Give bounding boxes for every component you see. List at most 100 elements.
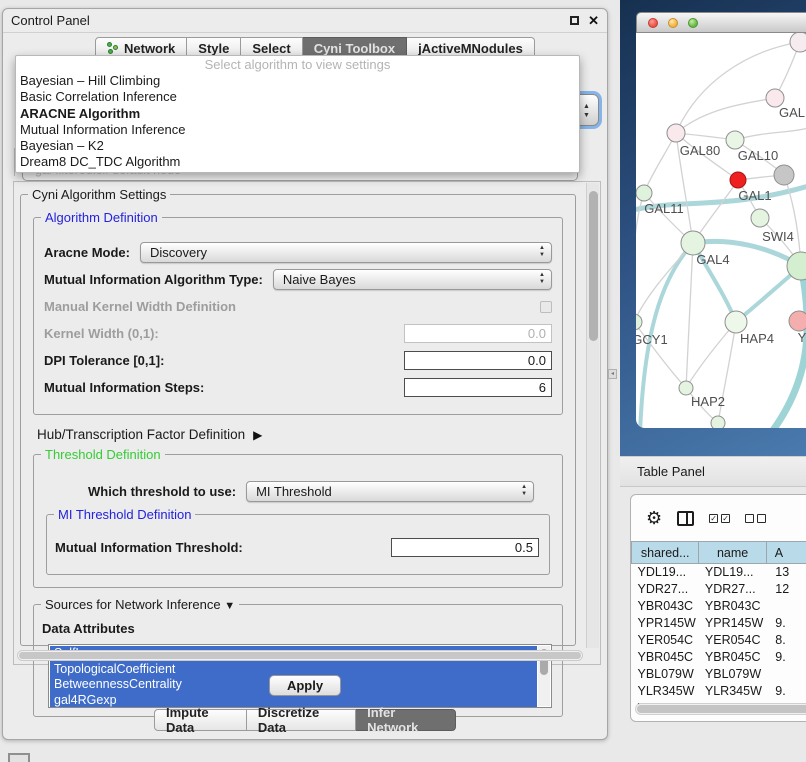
control-panel-title: Control Panel (11, 13, 570, 28)
zoom-traffic-light-icon[interactable] (688, 18, 698, 28)
table-column-header[interactable]: A (766, 542, 806, 564)
table-cell: YBR043C (699, 598, 766, 615)
aracne-mode-value: Discovery (150, 245, 207, 260)
table-cell: 8. (766, 632, 806, 649)
network-node-label: GAL4 (696, 252, 729, 267)
network-canvas[interactable]: GALGAL80GAL10GAL1GAL11SWI4GAL4GCY1HAP4YH… (636, 33, 806, 428)
network-node-y[interactable] (789, 311, 806, 331)
columns-icon[interactable] (677, 511, 694, 526)
network-node-label: GAL1 (738, 188, 771, 203)
table-column-header[interactable]: shared... (632, 542, 699, 564)
table-row[interactable]: YDR27...YDR27...12 (632, 581, 806, 598)
algorithm-option[interactable]: Mutual Information Inference (16, 122, 579, 138)
table-horizontal-scrollbar[interactable] (635, 703, 806, 715)
table-cell: YBR043C (632, 598, 699, 615)
table-row[interactable]: YBR043CYBR043C (632, 598, 806, 615)
deselect-all-checkboxes-icon[interactable] (745, 514, 766, 523)
tab-impute-data[interactable]: Impute Data (154, 709, 247, 731)
minimized-panel-icon[interactable] (8, 753, 30, 762)
algorithm-option[interactable]: ARACNE Algorithm (16, 106, 579, 122)
table-toolbar: ⚙ ✓✓ (631, 495, 806, 541)
which-threshold-combobox[interactable]: MI Threshold ▲▼ (246, 481, 534, 502)
algorithm-option[interactable]: Bayesian – K2 (16, 138, 579, 154)
mi-type-label: Mutual Information Algorithm Type: (44, 272, 263, 287)
close-icon[interactable]: ✕ (588, 16, 599, 25)
algorithm-option[interactable]: Bayesian – Hill Climbing (16, 73, 579, 89)
dpi-tolerance-field[interactable]: 0.0 (404, 351, 552, 370)
network-node-gal1[interactable] (730, 172, 746, 188)
kernel-width-field[interactable]: 0.0 (404, 324, 552, 343)
kernel-width-label: Kernel Width (0,1): (44, 326, 159, 341)
network-node[interactable] (790, 33, 806, 52)
network-node-label: GAL80 (680, 143, 720, 158)
settings-scrollpane: Cyni Algorithm Settings Algorithm Defini… (13, 181, 601, 665)
network-node-label: HAP4 (740, 331, 774, 346)
mi-steps-field[interactable]: 6 (404, 378, 552, 397)
network-node[interactable] (711, 416, 725, 428)
apply-button[interactable]: Apply (269, 675, 341, 696)
threshold-definition-group: Threshold Definition Which threshold to … (33, 454, 563, 588)
expand-arrow-icon[interactable]: ▶ (253, 428, 262, 442)
algorithm-option[interactable]: Basic Correlation Inference (16, 89, 579, 105)
network-node-gal10[interactable] (726, 131, 744, 149)
table-row[interactable]: YPR145WYPR145W9. (632, 615, 806, 632)
table-row[interactable]: YBR045CYBR045C9. (632, 649, 806, 666)
table-cell: YER054C (632, 632, 699, 649)
sources-title: Sources for Network Inference ▼ (41, 597, 239, 612)
collapse-arrow-icon[interactable]: ▼ (224, 600, 235, 612)
algorithm-dropdown-popup: Select algorithm to view settings Bayesi… (15, 55, 580, 173)
network-node[interactable] (774, 165, 794, 185)
table-cell: YDR27... (632, 581, 699, 598)
network-node-hap4[interactable] (725, 311, 747, 333)
gear-icon[interactable]: ⚙ (646, 508, 662, 529)
table-cell: YBR045C (632, 649, 699, 666)
mi-type-combobox[interactable]: Naive Bayes ▲▼ (273, 269, 552, 290)
table-row[interactable]: YBL079WYBL079W (632, 666, 806, 683)
hub-definition-label: Hub/Transcription Factor Definition (37, 427, 245, 442)
network-node-gcy1[interactable] (636, 314, 642, 330)
network-node-label: GAL (779, 105, 805, 120)
mi-threshold-label: Mutual Information Threshold: (55, 540, 243, 555)
network-graph[interactable]: GALGAL80GAL10GAL1GAL11SWI4GAL4GCY1HAP4YH… (636, 33, 806, 428)
tab-infer-network[interactable]: Infer Network (356, 709, 456, 731)
table-cell: YBR045C (699, 649, 766, 666)
network-node-gal11[interactable] (636, 185, 652, 201)
node-attribute-table: shared...nameA YDL19...YDL19...13YDR27..… (631, 541, 806, 717)
algorithm-option[interactable]: Dream8 DC_TDC Algorithm (16, 154, 579, 170)
settings-horizontal-scrollbar[interactable] (17, 650, 583, 661)
table-panel-body: ⚙ ✓✓ shared...nameA YDL19...YDL19...13YD… (630, 494, 806, 722)
network-node-hap2[interactable] (679, 381, 693, 395)
split-pane-handle[interactable]: ◂ (608, 369, 617, 379)
select-all-checkboxes-icon[interactable]: ✓✓ (709, 514, 730, 523)
hub-definition-expander[interactable]: Hub/Transcription Factor Definition ▶ (37, 427, 563, 442)
network-node-swi4[interactable] (751, 209, 769, 227)
tab-discretize-data[interactable]: Discretize Data (247, 709, 356, 731)
table-row[interactable]: YDL19...YDL19...13 (632, 564, 806, 581)
algorithm-definition-title: Algorithm Definition (41, 210, 162, 225)
desktop-background: GALGAL80GAL10GAL1GAL11SWI4GAL4GCY1HAP4YH… (620, 0, 806, 456)
table-header-row: shared...nameA (632, 542, 806, 564)
minimize-traffic-light-icon[interactable] (668, 18, 678, 28)
table-cell: YPR145W (699, 615, 766, 632)
table-row[interactable]: YER054CYER054C8. (632, 632, 806, 649)
control-panel-titlebar: Control Panel ✕ (3, 9, 607, 33)
mi-threshold-field[interactable]: 0.5 (391, 538, 539, 557)
close-traffic-light-icon[interactable] (648, 18, 658, 28)
settings-vertical-scrollbar[interactable] (586, 183, 599, 648)
aracne-mode-label: Aracne Mode: (44, 245, 130, 260)
float-window-icon[interactable] (570, 16, 579, 25)
network-window-titlebar[interactable] (636, 12, 806, 33)
table-cell: YBL079W (699, 666, 766, 683)
table-panel-title: Table Panel (637, 464, 705, 479)
table-cell: YLR345W (699, 683, 766, 700)
aracne-mode-combobox[interactable]: Discovery ▲▼ (140, 242, 552, 263)
manual-kernel-checkbox[interactable] (540, 301, 552, 313)
table-panel-titlebar: Table Panel (620, 456, 806, 487)
dpi-tolerance-label: DPI Tolerance [0,1]: (44, 353, 164, 368)
algorithm-definition-group: Algorithm Definition Aracne Mode: Discov… (33, 217, 563, 415)
table-column-header[interactable]: name (699, 542, 766, 564)
mi-threshold-group-title: MI Threshold Definition (54, 507, 195, 522)
table-panel: Table Panel ⚙ ✓✓ shared...nameA YDL19...… (620, 456, 806, 762)
table-row[interactable]: YLR345WYLR345W9. (632, 683, 806, 700)
network-node-gal80[interactable] (667, 124, 685, 142)
